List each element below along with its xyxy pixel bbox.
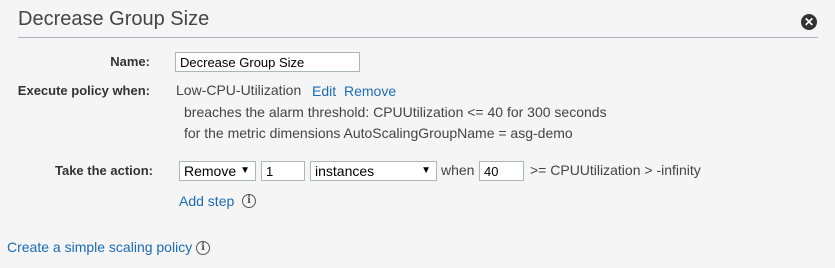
name-input[interactable] xyxy=(175,52,360,72)
breach-description: breaches the alarm threshold: CPUUtiliza… xyxy=(184,104,607,120)
execute-policy-label: Execute policy when: xyxy=(17,83,150,98)
quantity-input[interactable] xyxy=(261,161,305,181)
create-simple-policy-link[interactable]: Create a simple scaling policy xyxy=(7,239,192,255)
unit-select[interactable]: instances ▼ xyxy=(310,161,437,181)
range-description: >= CPUUtilization > -infinity xyxy=(530,162,701,178)
edit-alarm-link[interactable]: Edit xyxy=(312,83,336,99)
action-select-value: Remove xyxy=(184,163,237,179)
dimension-description: for the metric dimensions AutoScalingGro… xyxy=(184,125,573,141)
dropdown-arrow-icon: ▼ xyxy=(421,165,431,176)
close-icon[interactable]: ✕ xyxy=(801,14,817,30)
action-select[interactable]: Remove ▼ xyxy=(179,161,256,181)
simple-policy-info-icon[interactable]: i xyxy=(196,241,210,255)
unit-select-value: instances xyxy=(315,163,375,179)
remove-alarm-link[interactable]: Remove xyxy=(344,83,396,99)
name-label: Name: xyxy=(110,54,150,69)
take-action-label: Take the action: xyxy=(54,163,153,178)
add-step-link[interactable]: Add step xyxy=(179,193,234,209)
dialog-header: Decrease Group Size ✕ xyxy=(18,5,818,38)
dialog-title: Decrease Group Size xyxy=(18,8,210,30)
alarm-name: Low-CPU-Utilization xyxy=(176,82,302,98)
when-label: when xyxy=(441,162,475,178)
add-step-info-icon[interactable]: i xyxy=(242,194,256,208)
dropdown-arrow-icon: ▼ xyxy=(240,165,250,176)
threshold-input[interactable] xyxy=(479,161,524,181)
